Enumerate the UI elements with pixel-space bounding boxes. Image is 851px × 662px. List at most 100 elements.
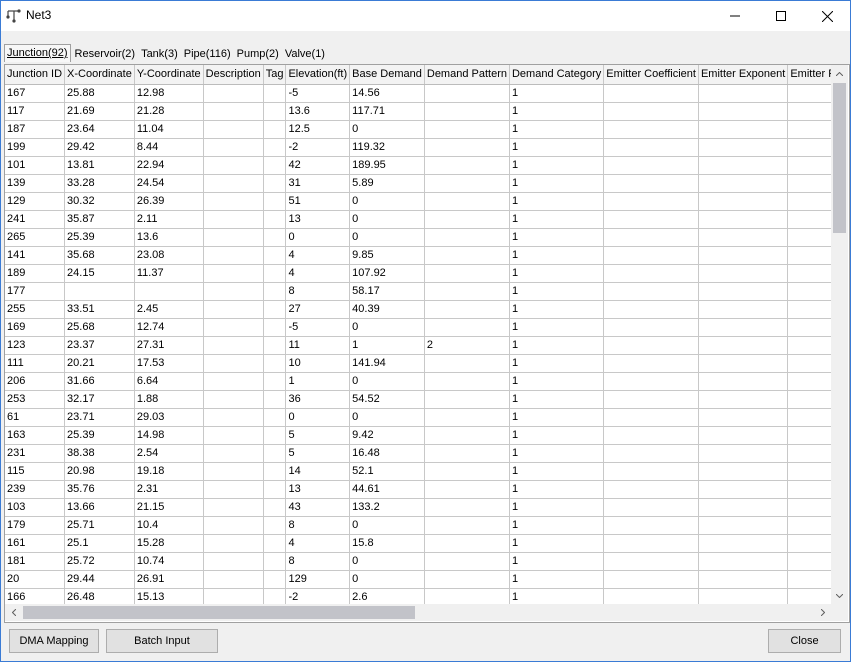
table-cell[interactable]: [603, 372, 699, 391]
table-row[interactable]: 189 24.15 11.37 4 107.92 1: [5, 264, 831, 283]
table-cell[interactable]: [424, 570, 510, 589]
table-cell[interactable]: [263, 120, 287, 139]
table-cell[interactable]: [263, 228, 287, 247]
table-cell[interactable]: 1: [285, 372, 351, 391]
table-cell[interactable]: [263, 318, 287, 337]
table-cell[interactable]: 1: [509, 174, 605, 193]
table-cell[interactable]: [698, 552, 789, 571]
table-cell[interactable]: 1: [509, 102, 605, 121]
table-cell[interactable]: 1: [509, 336, 605, 355]
table-cell[interactable]: [698, 300, 789, 319]
table-cell[interactable]: 253: [5, 390, 66, 409]
table-cell[interactable]: [263, 156, 287, 175]
table-cell[interactable]: [424, 282, 510, 301]
table-cell[interactable]: [203, 192, 264, 211]
table-cell[interactable]: [203, 102, 264, 121]
table-cell[interactable]: 1: [509, 210, 605, 229]
table-row[interactable]: 253 32.17 1.88 36 54.52 1: [5, 390, 831, 409]
table-cell[interactable]: 13.6: [134, 228, 204, 247]
table-cell[interactable]: [787, 390, 831, 409]
table-cell[interactable]: [787, 102, 831, 121]
table-row[interactable]: 117 21.69 21.28 13.6 117.71 1: [5, 102, 831, 121]
table-cell[interactable]: 8: [285, 282, 351, 301]
table-cell[interactable]: 29.42: [64, 138, 135, 157]
table-cell[interactable]: [603, 516, 699, 535]
table-cell[interactable]: 133.2: [349, 498, 425, 517]
table-cell[interactable]: [424, 300, 510, 319]
table-cell[interactable]: [603, 354, 699, 373]
table-cell[interactable]: [698, 498, 789, 517]
table-cell[interactable]: 1: [509, 390, 605, 409]
batch-input-button[interactable]: Batch Input: [106, 629, 218, 653]
column-header[interactable]: Emitter Coefficient: [603, 65, 699, 85]
table-cell[interactable]: 129: [285, 570, 351, 589]
table-cell[interactable]: 1: [509, 228, 605, 247]
table-cell[interactable]: 15.13: [134, 588, 204, 604]
table-cell[interactable]: 189: [5, 264, 66, 283]
table-cell[interactable]: [698, 84, 789, 103]
table-cell[interactable]: [263, 516, 287, 535]
table-cell[interactable]: [698, 210, 789, 229]
table-cell[interactable]: [424, 210, 510, 229]
table-cell[interactable]: 23.08: [134, 246, 204, 265]
table-cell[interactable]: 163: [5, 426, 66, 445]
table-cell[interactable]: [698, 156, 789, 175]
table-cell[interactable]: [263, 282, 287, 301]
table-cell[interactable]: 11.37: [134, 264, 204, 283]
table-cell[interactable]: 25.71: [64, 516, 135, 535]
table-cell[interactable]: 44.61: [349, 480, 425, 499]
dma-mapping-button[interactable]: DMA Mapping: [9, 629, 99, 653]
tab-reservoir[interactable]: Reservoir(2): [73, 46, 138, 62]
horizontal-scroll-thumb[interactable]: [23, 606, 415, 619]
table-cell[interactable]: 23.37: [64, 336, 135, 355]
table-cell[interactable]: 117: [5, 102, 66, 121]
table-row[interactable]: 111 20.21 17.53 10 141.94 1: [5, 354, 831, 373]
table-row[interactable]: 265 25.39 13.6 0 0 1: [5, 228, 831, 247]
table-cell[interactable]: 1: [509, 192, 605, 211]
table-cell[interactable]: [698, 336, 789, 355]
table-cell[interactable]: [603, 210, 699, 229]
table-cell[interactable]: [603, 120, 699, 139]
table-cell[interactable]: 26.39: [134, 192, 204, 211]
table-cell[interactable]: [698, 228, 789, 247]
table-cell[interactable]: 1: [509, 264, 605, 283]
table-cell[interactable]: [603, 228, 699, 247]
table-cell[interactable]: [203, 138, 264, 157]
table-cell[interactable]: [603, 246, 699, 265]
table-cell[interactable]: 43: [285, 498, 351, 517]
table-cell[interactable]: [603, 408, 699, 427]
table-row[interactable]: 123 23.37 27.31 11 1 2 1: [5, 336, 831, 355]
table-cell[interactable]: 187: [5, 120, 66, 139]
table-cell[interactable]: [424, 516, 510, 535]
table-cell[interactable]: [424, 462, 510, 481]
table-cell[interactable]: [698, 390, 789, 409]
table-cell[interactable]: [263, 498, 287, 517]
close-button[interactable]: Close: [768, 629, 841, 653]
table-cell[interactable]: [787, 84, 831, 103]
scroll-up-arrow-icon[interactable]: [831, 65, 848, 82]
table-cell[interactable]: [698, 444, 789, 463]
table-cell[interactable]: [263, 480, 287, 499]
table-cell[interactable]: 15.28: [134, 534, 204, 553]
table-row[interactable]: 101 13.81 22.94 42 189.95 1: [5, 156, 831, 175]
table-cell[interactable]: 4: [285, 264, 351, 283]
table-cell[interactable]: [263, 534, 287, 553]
table-cell[interactable]: 2.31: [134, 480, 204, 499]
table-cell[interactable]: [787, 588, 831, 604]
table-cell[interactable]: [698, 174, 789, 193]
table-cell[interactable]: [698, 354, 789, 373]
table-cell[interactable]: 0: [349, 552, 425, 571]
table-cell[interactable]: 1: [509, 426, 605, 445]
table-cell[interactable]: 5: [285, 426, 351, 445]
table-cell[interactable]: 24.54: [134, 174, 204, 193]
table-cell[interactable]: 6.64: [134, 372, 204, 391]
table-cell[interactable]: [698, 462, 789, 481]
table-cell[interactable]: [603, 156, 699, 175]
table-cell[interactable]: 13: [285, 210, 351, 229]
table-cell[interactable]: [603, 138, 699, 157]
table-cell[interactable]: 10: [285, 354, 351, 373]
table-cell[interactable]: [603, 534, 699, 553]
table-cell[interactable]: [203, 480, 264, 499]
table-cell[interactable]: [424, 138, 510, 157]
table-cell[interactable]: 239: [5, 480, 66, 499]
